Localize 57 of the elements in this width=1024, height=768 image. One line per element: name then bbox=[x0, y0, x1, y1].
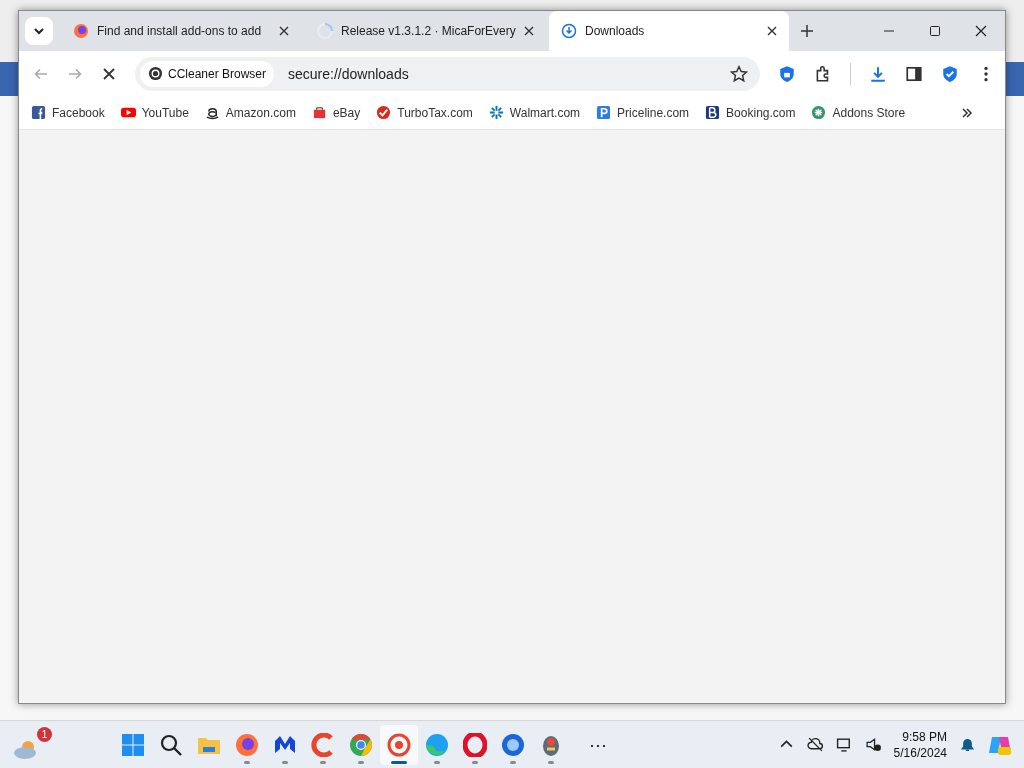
bookmark-link[interactable]: Amazon.com bbox=[204, 105, 296, 120]
ccleaner-browser-icon bbox=[387, 732, 411, 757]
bookmark-link[interactable]: YouTube bbox=[120, 105, 189, 120]
cloud-off-icon[interactable] bbox=[806, 736, 824, 753]
firefox-icon bbox=[73, 23, 89, 39]
bookmark-link[interactable]: Addons Store bbox=[811, 105, 906, 120]
firefox-icon bbox=[235, 732, 259, 757]
tab-list-button[interactable] bbox=[25, 17, 53, 45]
windows-logo-icon bbox=[121, 732, 145, 757]
more-apps-button[interactable]: ⋯ bbox=[578, 732, 618, 757]
new-tab-icon[interactable] bbox=[801, 25, 813, 37]
clock-time: 9:58 PM bbox=[902, 728, 947, 745]
close-icon[interactable] bbox=[767, 26, 777, 36]
clock-date: 5/16/2024 bbox=[893, 744, 947, 761]
search-icon bbox=[159, 732, 183, 757]
opera-icon bbox=[463, 732, 487, 757]
bookmark-link[interactable]: Priceline.com bbox=[596, 105, 690, 120]
close-icon[interactable] bbox=[279, 26, 289, 36]
ccleaner-icon bbox=[311, 732, 335, 757]
more-bookmarks-icon[interactable] bbox=[961, 106, 973, 119]
tab-title: Release v1.3.1.2 · MicaForEvery bbox=[341, 24, 516, 38]
bookmark-link[interactable]: eBay bbox=[311, 105, 361, 120]
browser-tab[interactable]: Release v1.3.1.2 · MicaForEvery bbox=[305, 11, 545, 51]
shield-check-icon[interactable] bbox=[941, 64, 959, 83]
maximize-icon[interactable] bbox=[929, 25, 941, 37]
browser-tab[interactable]: Downloads bbox=[549, 11, 789, 51]
close-icon[interactable] bbox=[523, 26, 534, 36]
notification-badge: 1 bbox=[37, 726, 52, 742]
chrome-icon bbox=[349, 732, 373, 757]
stop-icon[interactable] bbox=[101, 65, 117, 82]
bookmark-link[interactable]: TurboTax.com bbox=[376, 105, 473, 120]
browser-tab[interactable]: Find and install add-ons to add bbox=[61, 11, 301, 51]
loading-spinner-icon bbox=[317, 23, 333, 39]
close-icon[interactable] bbox=[975, 25, 987, 37]
address-bar[interactable]: CCleaner Browser secure://downloads bbox=[135, 56, 760, 91]
ccleaner-logo-icon bbox=[148, 66, 163, 81]
download-icon[interactable] bbox=[869, 64, 887, 83]
bookmark-star-icon[interactable] bbox=[730, 64, 748, 83]
bell-icon[interactable] bbox=[959, 736, 976, 753]
site-chip[interactable]: CCleaner Browser bbox=[140, 60, 275, 87]
side-panel-icon[interactable] bbox=[905, 64, 923, 83]
bookmark-link[interactable]: Walmart.com bbox=[488, 105, 581, 120]
shield-lock-icon[interactable] bbox=[778, 64, 796, 83]
download-icon bbox=[561, 23, 577, 39]
speaker-muted-icon[interactable] bbox=[864, 736, 882, 753]
bookmark-link[interactable]: Booking.com bbox=[705, 105, 796, 120]
chevron-down-icon bbox=[33, 25, 45, 37]
weather-widget[interactable]: 1 bbox=[12, 724, 52, 765]
bookmark-link[interactable]: Facebook bbox=[31, 105, 105, 120]
monitor-icon[interactable] bbox=[835, 736, 853, 753]
url-text: secure://downloads bbox=[288, 65, 410, 82]
tab-title: Find and install add-ons to add bbox=[97, 24, 263, 38]
clock[interactable]: 9:58 PM 5/16/2024 bbox=[893, 728, 947, 761]
taskbar-app-button[interactable] bbox=[380, 724, 418, 765]
browser-icon bbox=[501, 732, 525, 757]
tab-title: Downloads bbox=[585, 24, 646, 38]
edge-icon bbox=[425, 732, 449, 757]
